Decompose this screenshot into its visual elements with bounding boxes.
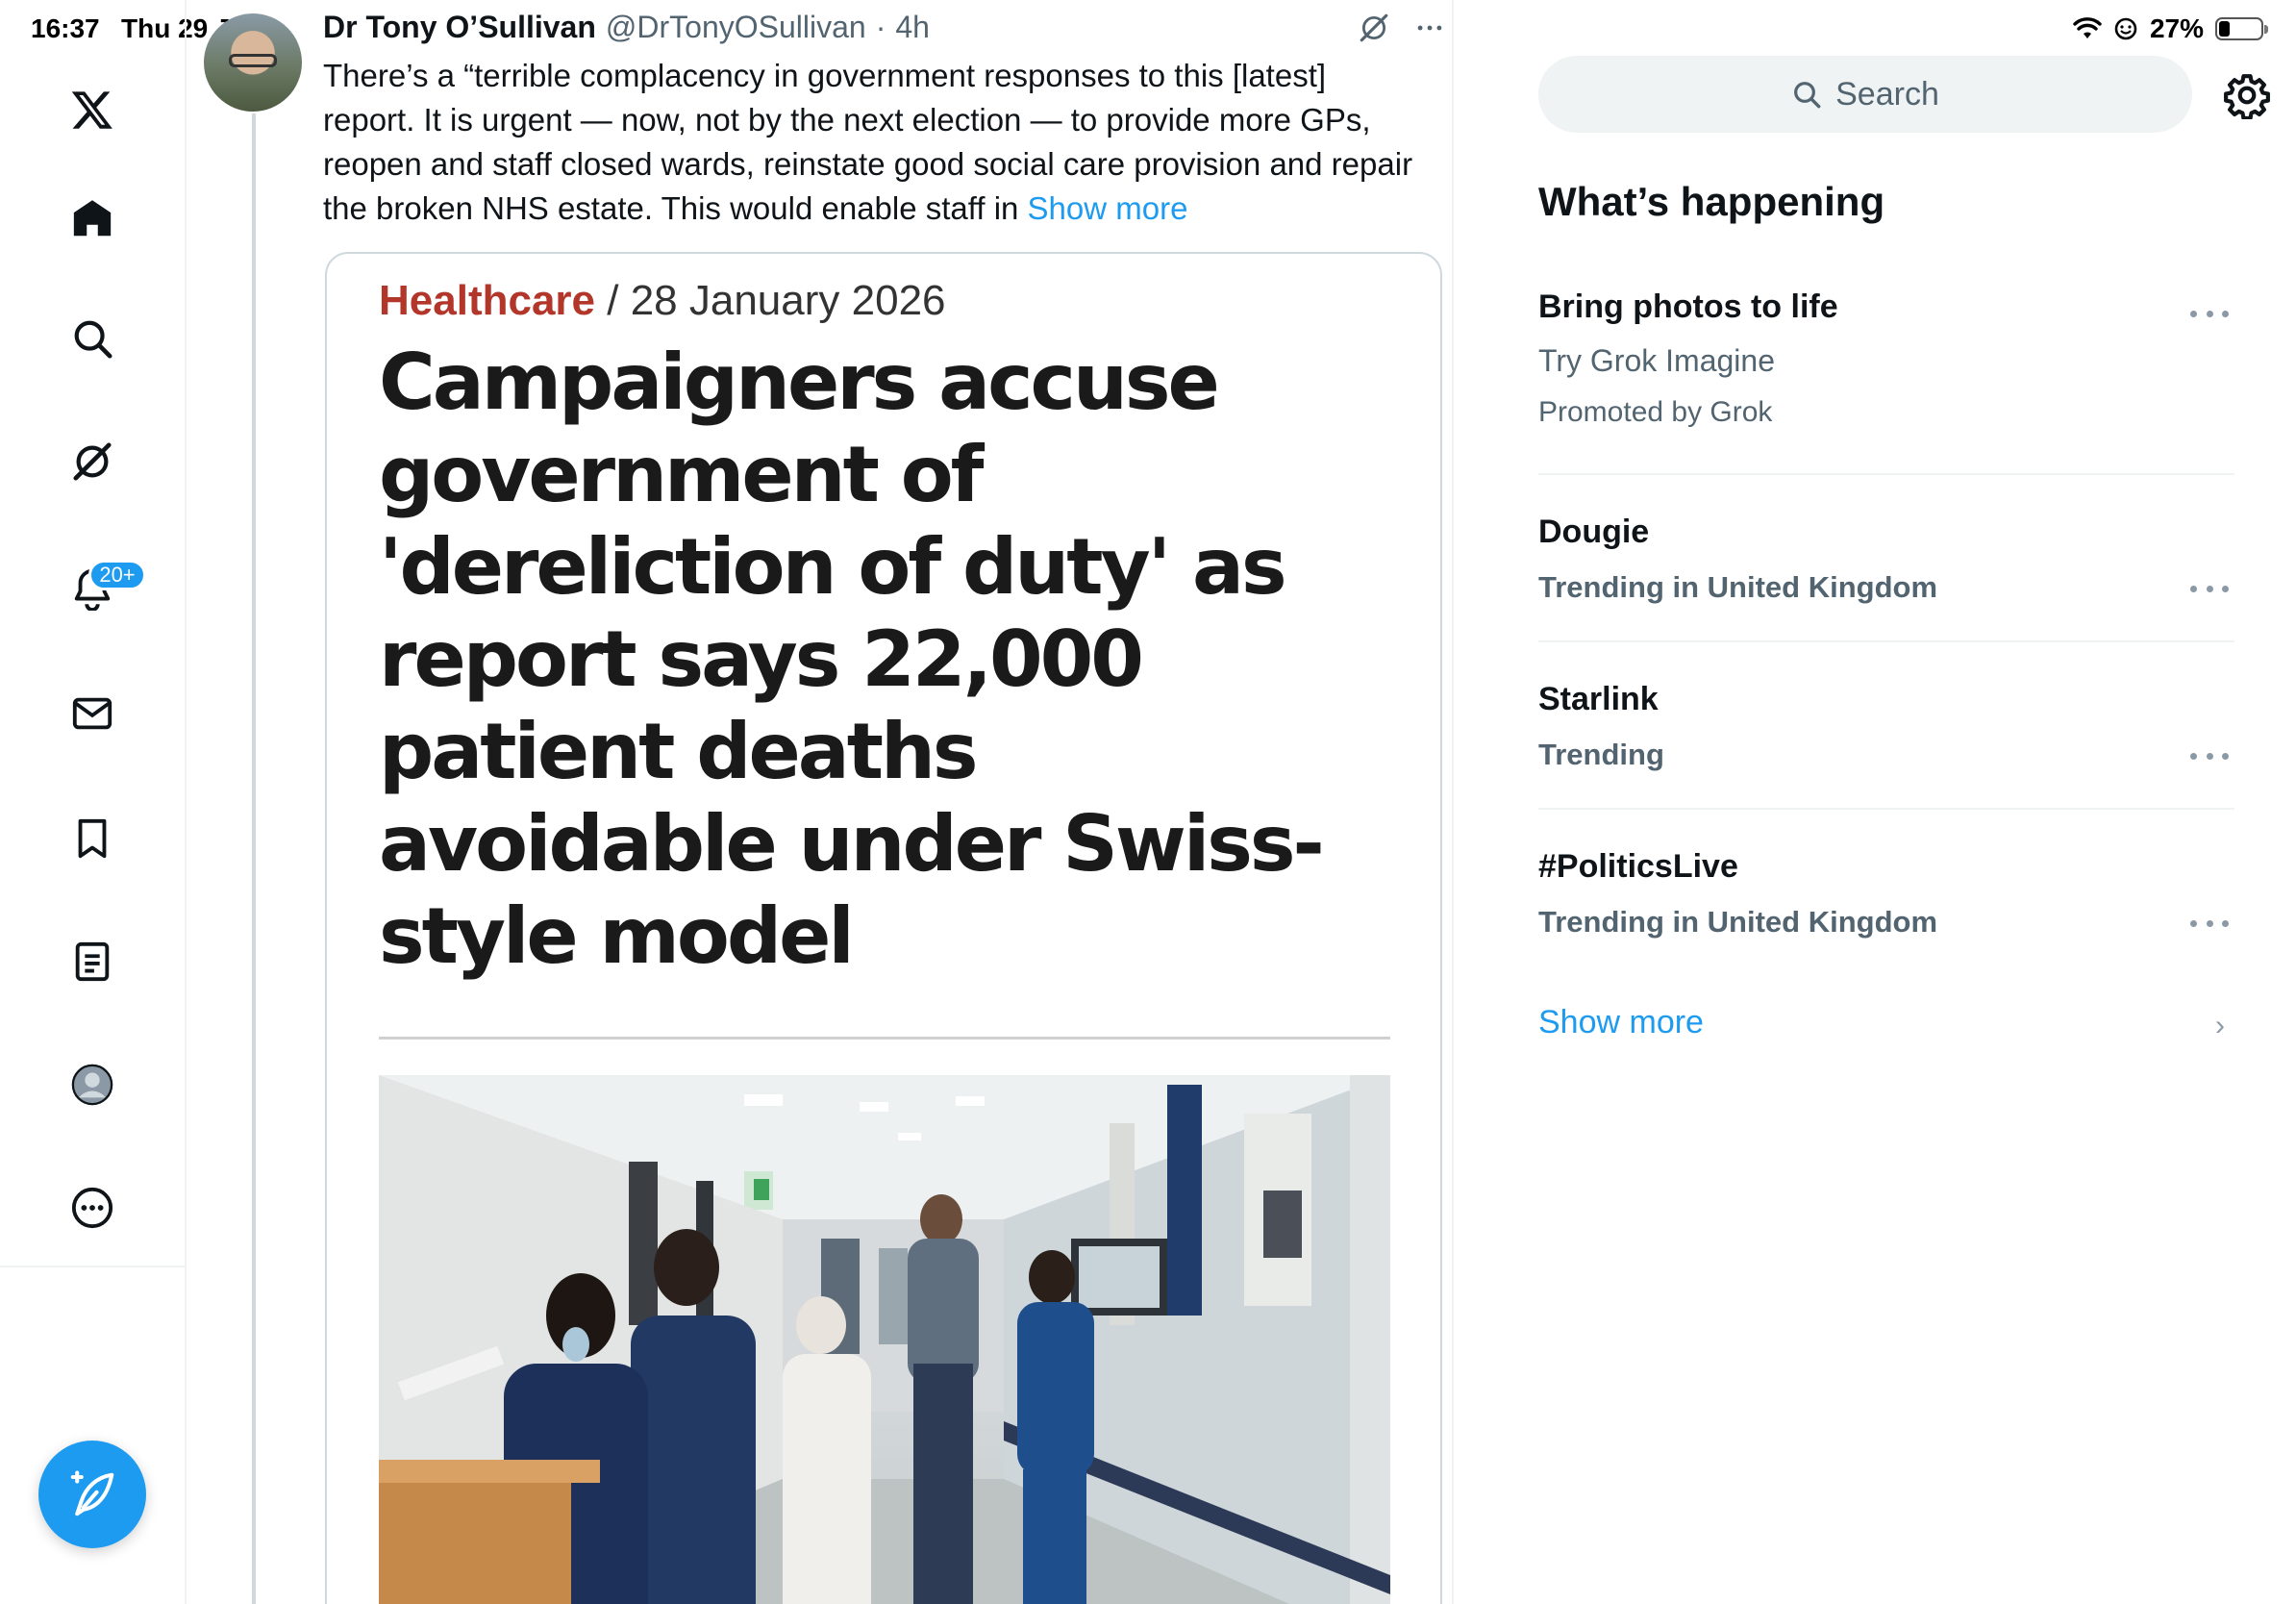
- gear-icon[interactable]: [2223, 71, 2271, 119]
- search-icon[interactable]: [67, 313, 117, 363]
- author-handle[interactable]: @DrTonyOSullivan: [606, 10, 866, 45]
- thread-line: [252, 113, 256, 1604]
- timeline: Dr Tony O’Sullivan @DrTonyOSullivan · 4h…: [188, 0, 1454, 1604]
- nav-divider: [0, 1266, 187, 1267]
- search-icon: [1794, 82, 1821, 109]
- right-sidebar: Search What’s happening Bring photos to …: [1456, 0, 2296, 1604]
- messages-icon[interactable]: [67, 689, 117, 739]
- trend-subtitle: Trending: [1538, 738, 1664, 771]
- separator-dot: ·: [875, 10, 886, 44]
- profile-icon[interactable]: [67, 1060, 117, 1110]
- tweet-time[interactable]: 4h: [895, 10, 930, 45]
- tweet-header: Dr Tony O’Sullivan @DrTonyOSullivan · 4h: [323, 10, 930, 45]
- card-kicker: Healthcare / 28 January 2026: [379, 277, 946, 325]
- card-divider: [379, 1037, 1390, 1040]
- trend-title: #PoliticsLive: [1538, 848, 1738, 885]
- more-icon[interactable]: [67, 1183, 117, 1233]
- trend-subtitle: Trending in United Kingdom: [1538, 905, 1938, 939]
- trend-title: Starlink: [1538, 681, 1659, 717]
- whats-happening-heading: What’s happening: [1538, 179, 1885, 224]
- card-date: / 28 January 2026: [607, 277, 946, 324]
- show-more-link[interactable]: Show more: [1028, 190, 1188, 226]
- article-card[interactable]: Healthcare / 28 January 2026 Campaigners…: [325, 252, 1442, 1604]
- author-name[interactable]: Dr Tony O’Sullivan: [323, 10, 596, 45]
- search-placeholder: Search: [1835, 75, 1939, 113]
- search-bar[interactable]: Search: [1538, 56, 2192, 133]
- tweet-text: There’s a “terrible complacency in gover…: [323, 54, 1419, 231]
- trend-item[interactable]: #PoliticsLive Trending in United Kingdom: [1538, 848, 2234, 977]
- trend-subtitle: Trending in United Kingdom: [1538, 570, 1938, 604]
- notifications-badge: 20+: [88, 560, 146, 590]
- trend-item[interactable]: Dougie Trending in United Kingdom: [1538, 514, 2234, 642]
- grok-icon[interactable]: [1358, 12, 1390, 44]
- card-section: Healthcare: [379, 277, 596, 324]
- left-navigation: 20+: [0, 0, 187, 1604]
- more-options-icon[interactable]: [2190, 308, 2229, 319]
- chevron-right-icon[interactable]: ›: [2215, 1010, 2225, 1042]
- more-options-icon[interactable]: [2190, 583, 2229, 594]
- card-headline: Campaigners accuse government of 'dereli…: [379, 338, 1325, 981]
- trend-title: Bring photos to life: [1538, 288, 1838, 325]
- article-photo: [379, 1075, 1390, 1604]
- trend-item[interactable]: Starlink Trending: [1538, 681, 2234, 810]
- grok-icon[interactable]: [67, 437, 117, 487]
- show-more-link[interactable]: Show more: [1538, 1004, 1704, 1041]
- home-icon[interactable]: [67, 194, 117, 244]
- compose-button[interactable]: [38, 1441, 146, 1548]
- more-options-icon[interactable]: [2190, 750, 2229, 762]
- trend-title: Dougie: [1538, 514, 1650, 550]
- more-options-icon[interactable]: [1413, 12, 1446, 44]
- tweet-tools: [1358, 12, 1446, 44]
- avatar[interactable]: [204, 13, 302, 112]
- bookmarks-icon[interactable]: [67, 814, 117, 864]
- promoted-label: Promoted by Grok: [1538, 396, 1773, 428]
- more-options-icon[interactable]: [2190, 917, 2229, 929]
- trend-item[interactable]: Bring photos to life Try Grok Imagine Pr…: [1538, 288, 2234, 475]
- trend-subtitle: Try Grok Imagine: [1538, 343, 1775, 378]
- lists-icon[interactable]: [67, 937, 117, 987]
- compose-icon: [70, 1470, 114, 1516]
- x-logo-icon[interactable]: [67, 85, 117, 135]
- tweet-body: There’s a “terrible complacency in gover…: [323, 58, 1413, 226]
